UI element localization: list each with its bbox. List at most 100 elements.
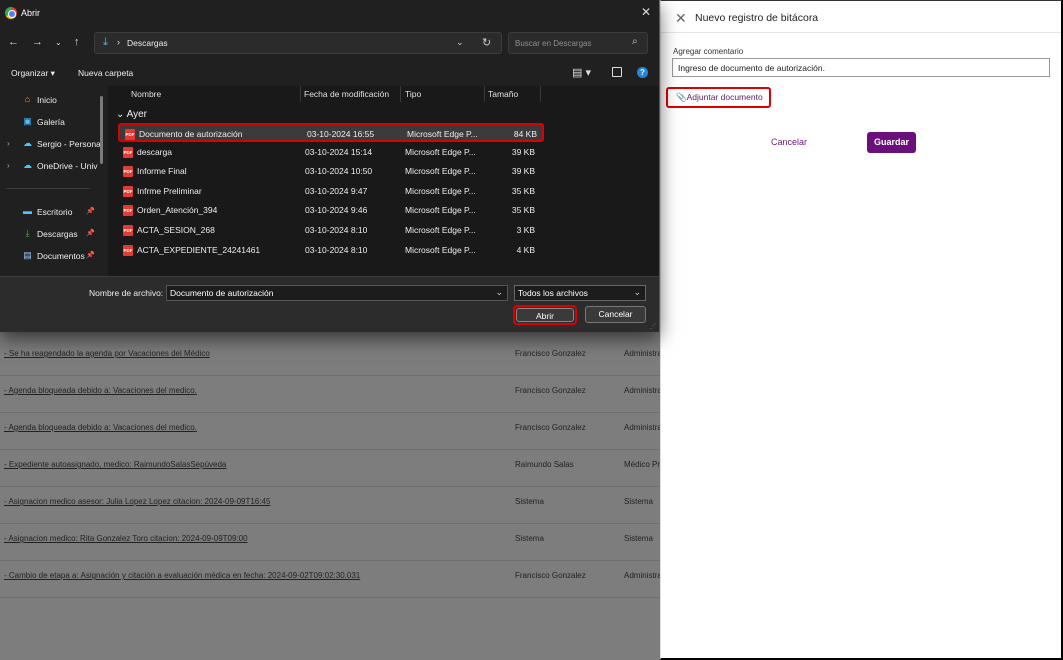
dialog-title: Abrir <box>21 8 41 18</box>
log-role: Sistema <box>624 497 653 506</box>
group-label: Ayer <box>126 109 147 120</box>
home-icon: ⌂ <box>24 94 31 104</box>
close-icon[interactable]: ✕ <box>641 5 651 19</box>
log-user: Raimundo Salas <box>515 460 574 469</box>
file-type: Microsoft Edge P... <box>405 205 476 216</box>
log-row: - Expediente autoasignado, medico: Raimu… <box>0 450 664 487</box>
attach-document-label: Adjuntar documento <box>686 92 763 102</box>
nav-item-label: OneDrive - Univ <box>37 161 98 171</box>
nav-item[interactable]: ⌂ Inicio <box>0 90 100 110</box>
nav-item-label: Inicio <box>37 95 57 105</box>
filetype-select[interactable]: Todos los archivos ⌄ <box>514 285 646 301</box>
preview-pane-icon[interactable] <box>612 67 622 77</box>
column-separator[interactable] <box>484 86 485 102</box>
file-row[interactable]: PDF Orden_Atención_394 03-10-2024 9:46 Micr… <box>118 201 544 220</box>
search-input[interactable]: Buscar en Descargas ⌕ <box>508 32 648 54</box>
log-description-link[interactable]: - Se ha reagendado la agenda por Vacacio… <box>4 349 210 358</box>
log-description-link[interactable]: - Asignacion medico asesor: Julia Lopez … <box>4 497 270 506</box>
column-header-date[interactable]: Fecha de modificación <box>304 89 389 99</box>
file-name: Informe Final <box>137 166 187 177</box>
refresh-icon[interactable]: ↻ <box>482 36 491 49</box>
log-user: Francisco Gonzalez <box>515 386 586 395</box>
save-button[interactable]: Guardar <box>867 132 916 153</box>
nav-item[interactable]: › ☁ OneDrive - Univ <box>0 156 100 176</box>
log-user: Sistema <box>515 497 544 506</box>
comment-input[interactable]: Ingreso de documento de autorización. <box>672 58 1050 77</box>
file-row[interactable]: PDF descarga 03-10-2024 15:14 Microsoft Edg… <box>118 143 544 162</box>
group-header-yesterday[interactable]: ⌄ Ayer <box>116 109 147 120</box>
pin-icon: 📌 <box>86 230 95 237</box>
nav-item[interactable]: › ☁ Sergio - Persona <box>0 134 100 154</box>
nav-item-label: Sergio - Persona <box>37 139 100 149</box>
file-row[interactable]: PDF ACTA_EXPEDIENTE_24241461 03-10-2024 8:… <box>118 241 544 260</box>
file-row[interactable]: PDF Infrme Preliminar 03-10-2024 9:47 Micro… <box>118 182 544 201</box>
panel-divider <box>661 32 1061 33</box>
file-name: ACTA_EXPEDIENTE_24241461 <box>137 244 261 255</box>
dialog-titlebar: Abrir ✕ <box>0 0 659 27</box>
up-arrow-icon[interactable]: ↑ <box>74 36 80 48</box>
file-open-dialog: Abrir ✕ ← → ⌄ ↑ ⤓ › Descargas ⌄ ↻ Buscar… <box>0 0 659 332</box>
file-size: 35 KB <box>511 185 535 196</box>
nav-item[interactable]: ⤓ Descargas 📌 <box>0 224 100 244</box>
forward-arrow-icon[interactable]: → <box>32 36 43 48</box>
file-size: 35 KB <box>511 205 535 216</box>
file-row[interactable]: PDF ACTA_SESION_268 03-10-2024 8:10 Microso… <box>118 221 544 240</box>
view-options-icon[interactable]: ▤ ▾ <box>572 66 591 79</box>
cancel-button[interactable]: Cancelar <box>771 137 807 147</box>
log-description-link[interactable]: - Expediente autoasignado, medico: Raimu… <box>4 460 226 469</box>
attach-document-button[interactable]: 📎Adjuntar documento <box>666 87 771 108</box>
column-header-size[interactable]: Tamaño <box>488 89 518 99</box>
open-button[interactable]: Abrir <box>513 305 577 325</box>
file-type: Microsoft Edge P... <box>405 185 476 196</box>
file-date: 03-10-2024 8:10 <box>305 244 368 255</box>
file-name: ACTA_SESION_268 <box>137 225 215 235</box>
column-header-type[interactable]: Tipo <box>405 89 421 99</box>
navigation-pane: ⌂ Inicio ▣ Galería › ☁ Sergio - Persona › ☁ OneDr… <box>0 86 104 276</box>
log-role: Sistema <box>624 534 653 543</box>
file-row[interactable]: PDF Documento de autorización 03-10-2024 1… <box>118 123 544 142</box>
log-row: - Asignacion medico asesor: Julia Lopez … <box>0 487 660 524</box>
nav-item[interactable]: ▬ Escritorio 📌 <box>0 202 100 222</box>
column-separator[interactable] <box>400 86 401 102</box>
file-row[interactable]: PDF Informe Final 03-10-2024 10:50 Microsof… <box>118 162 544 181</box>
cancel-button[interactable]: Cancelar <box>585 306 646 323</box>
search-icon: ⌕ <box>632 36 638 47</box>
filename-value[interactable]: Documento de autorización <box>170 288 273 298</box>
filename-input[interactable]: Documento de autorización ⌄ <box>166 285 508 301</box>
back-arrow-icon[interactable]: ← <box>8 36 19 48</box>
nav-item[interactable]: ▣ Galería <box>0 112 100 132</box>
file-type: Microsoft Edge P... <box>405 225 476 235</box>
column-separator[interactable] <box>540 86 541 102</box>
file-type: Microsoft Edge P... <box>405 166 476 177</box>
comment-label: Agregar comentario <box>673 47 744 56</box>
close-icon[interactable]: ✕ <box>675 10 687 27</box>
chevron-right-icon[interactable]: › <box>7 139 10 148</box>
nav-item-label: Documentos <box>37 251 85 261</box>
new-folder-button[interactable]: Nueva carpeta <box>78 68 133 78</box>
chevron-down-icon[interactable]: ⌄ <box>495 287 503 298</box>
log-role: Administra <box>624 349 662 358</box>
navigation-scrollbar[interactable] <box>100 96 103 164</box>
organize-button[interactable]: Organizar ▾ <box>11 68 55 79</box>
chevron-down-icon[interactable]: ⌄ <box>456 37 464 48</box>
address-path[interactable]: Descargas <box>127 38 168 48</box>
desktop-icon: ▬ <box>23 206 32 216</box>
file-size: 39 KB <box>511 166 535 177</box>
column-header-name[interactable]: Nombre <box>131 89 161 99</box>
log-description-link[interactable]: - Agenda bloqueada debido a: Vacaciones … <box>4 423 197 432</box>
resize-grip-icon[interactable]: ⋰ <box>650 323 656 330</box>
nav-item[interactable]: ▤ Documentos 📌 <box>0 246 100 266</box>
address-bar[interactable]: ⤓ › Descargas ⌄ ↻ <box>94 32 502 54</box>
log-description-link[interactable]: - Asignacion medico: Rita Gonzalez Toro … <box>4 534 248 543</box>
log-user: Francisco Gonzalez <box>515 423 586 432</box>
help-icon[interactable]: ? <box>637 67 648 78</box>
file-date: 03-10-2024 9:46 <box>305 205 368 216</box>
log-role: Administra <box>624 386 662 395</box>
recent-locations-chevron-icon[interactable]: ⌄ <box>55 38 62 47</box>
log-description-link[interactable]: - Agenda bloqueada debido a: Vacaciones … <box>4 386 197 395</box>
column-separator[interactable] <box>300 86 301 102</box>
log-description-link[interactable]: - Cambio de etapa a: Asignación y citaci… <box>4 571 360 580</box>
pin-icon: 📌 <box>86 252 95 259</box>
file-size: 84 KB <box>513 129 537 139</box>
chevron-right-icon[interactable]: › <box>7 161 10 170</box>
